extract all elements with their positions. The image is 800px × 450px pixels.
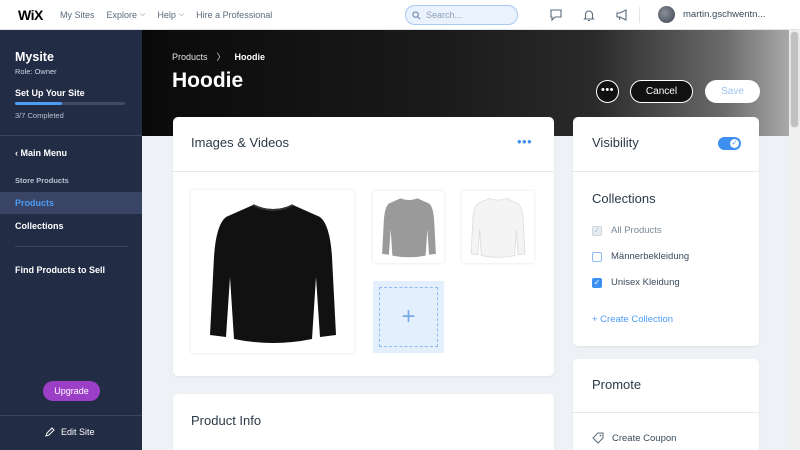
- chevron-right-icon: 〉: [216, 52, 226, 62]
- card-title: Promote: [592, 377, 642, 392]
- collection-label: Männerbekleidung: [611, 251, 690, 262]
- tag-icon: [592, 432, 604, 444]
- divider: [639, 7, 640, 23]
- wix-logo[interactable]: WiX: [18, 7, 60, 23]
- breadcrumb-current: Hoodie: [234, 51, 266, 62]
- setup-progress-fill: [15, 102, 63, 105]
- product-info-card: Product Info: [173, 394, 554, 450]
- upgrade-button[interactable]: Upgrade: [43, 381, 100, 401]
- avatar: [658, 6, 675, 23]
- check-icon: ✓: [730, 139, 739, 148]
- top-bar: WiX My Sites Explore ⌵ Help ⌵ Hire a Profe…: [0, 0, 800, 30]
- collection-maennerbekleidung[interactable]: Männerbekleidung: [592, 251, 689, 262]
- divider: [173, 171, 554, 172]
- checkbox[interactable]: ✓: [592, 277, 602, 288]
- sidebar: Mysite Role: Owner Set Up Your Site 3/7 …: [0, 30, 142, 450]
- chevron-down-icon: ⌵: [178, 10, 185, 18]
- nav-label: Explore: [106, 9, 138, 20]
- collection-label: Unisex Kleidung: [611, 277, 680, 288]
- chevron-down-icon: ⌵: [140, 10, 146, 18]
- nav-hire-professional[interactable]: Hire a Professional: [196, 10, 272, 20]
- sweater-grey-image: [381, 198, 436, 258]
- main-menu-back[interactable]: ‹ Main Menu: [15, 148, 67, 158]
- divider: [573, 412, 759, 413]
- divider: [0, 415, 142, 416]
- visibility-toggle[interactable]: ✓: [718, 137, 741, 150]
- plus-icon: +: [379, 287, 438, 347]
- product-image-white[interactable]: [462, 191, 534, 263]
- collection-all-products: ✓ All Products: [592, 225, 662, 236]
- top-icons: [549, 8, 648, 22]
- scrollbar[interactable]: [789, 30, 800, 450]
- nav-help[interactable]: Help ⌵: [157, 10, 184, 20]
- site-role: Role: Owner: [15, 67, 57, 76]
- images-more-button[interactable]: •••: [517, 134, 532, 149]
- nav-label: Hire a Professional: [196, 9, 273, 20]
- user-menu[interactable]: martin.gschwentn...: [658, 6, 765, 23]
- sidebar-item-products[interactable]: Products: [0, 192, 142, 214]
- product-image-grey[interactable]: [373, 191, 444, 263]
- checkbox[interactable]: [592, 251, 602, 262]
- product-image-main[interactable]: [191, 190, 354, 353]
- site-name: Mysite: [15, 50, 54, 64]
- top-nav: My Sites Explore ⌵ Help ⌵ Hire a Professio…: [60, 10, 284, 20]
- sweater-black-image: [209, 203, 336, 343]
- user-name: martin.gschwentn...: [683, 9, 766, 20]
- edit-site-button[interactable]: Edit Site: [45, 427, 95, 437]
- setup-progress-bar: [15, 102, 125, 105]
- checkbox: ✓: [592, 225, 602, 236]
- find-products-link[interactable]: Find Products to Sell: [15, 265, 105, 275]
- card-title: Visibility: [592, 135, 639, 150]
- collection-unisex-kleidung[interactable]: ✓ Unisex Kleidung: [592, 277, 680, 288]
- breadcrumb-products[interactable]: Products: [172, 52, 208, 62]
- nav-explore[interactable]: Explore ⌵: [107, 10, 146, 20]
- chat-icon[interactable]: [549, 8, 563, 22]
- add-media-button[interactable]: +: [373, 281, 444, 353]
- sweater-white-image: [470, 197, 526, 258]
- scrollbar-thumb[interactable]: [791, 32, 798, 127]
- main-menu-label: Main Menu: [20, 148, 68, 158]
- images-videos-card: Images & Videos ••• +: [173, 117, 554, 376]
- megaphone-icon[interactable]: [615, 8, 629, 22]
- divider: [0, 135, 142, 136]
- visibility-card: Visibility ✓ Collections ✓ All Products …: [573, 117, 759, 346]
- search-icon: [412, 10, 421, 19]
- sidebar-item-collections[interactable]: Collections: [0, 215, 142, 237]
- setup-site-link[interactable]: Set Up Your Site: [15, 88, 85, 98]
- cancel-button[interactable]: Cancel: [630, 80, 693, 103]
- edit-site-label: Edit Site: [61, 427, 95, 437]
- search-placeholder: Search...: [426, 10, 463, 20]
- pencil-icon: [45, 427, 55, 437]
- promote-card: Promote Create Coupon: [573, 359, 759, 450]
- create-coupon-link[interactable]: Create Coupon: [592, 432, 676, 444]
- chevron-left-icon: ‹: [15, 148, 18, 158]
- search-input[interactable]: Search...: [405, 5, 518, 25]
- collection-label: All Products: [611, 225, 662, 236]
- nav-my-sites[interactable]: My Sites: [60, 10, 95, 20]
- collections-title: Collections: [592, 191, 656, 206]
- save-button[interactable]: Save: [705, 80, 760, 103]
- card-title: Images & Videos: [191, 135, 290, 150]
- nav-label: Help: [157, 9, 176, 20]
- page-title: Hoodie: [172, 69, 244, 92]
- card-title: Product Info: [191, 413, 262, 428]
- setup-count: 3/7 Completed: [15, 111, 64, 120]
- more-actions-button[interactable]: •••: [596, 80, 619, 103]
- nav-label: My Sites: [60, 9, 95, 20]
- coupon-label: Create Coupon: [612, 432, 677, 444]
- breadcrumb: Products 〉 Hoodie: [172, 50, 265, 63]
- bell-icon[interactable]: [582, 8, 596, 22]
- section-label: Store Products: [15, 176, 69, 185]
- divider: [573, 171, 759, 172]
- create-collection-link[interactable]: + Create Collection: [592, 314, 673, 325]
- divider: [15, 246, 128, 247]
